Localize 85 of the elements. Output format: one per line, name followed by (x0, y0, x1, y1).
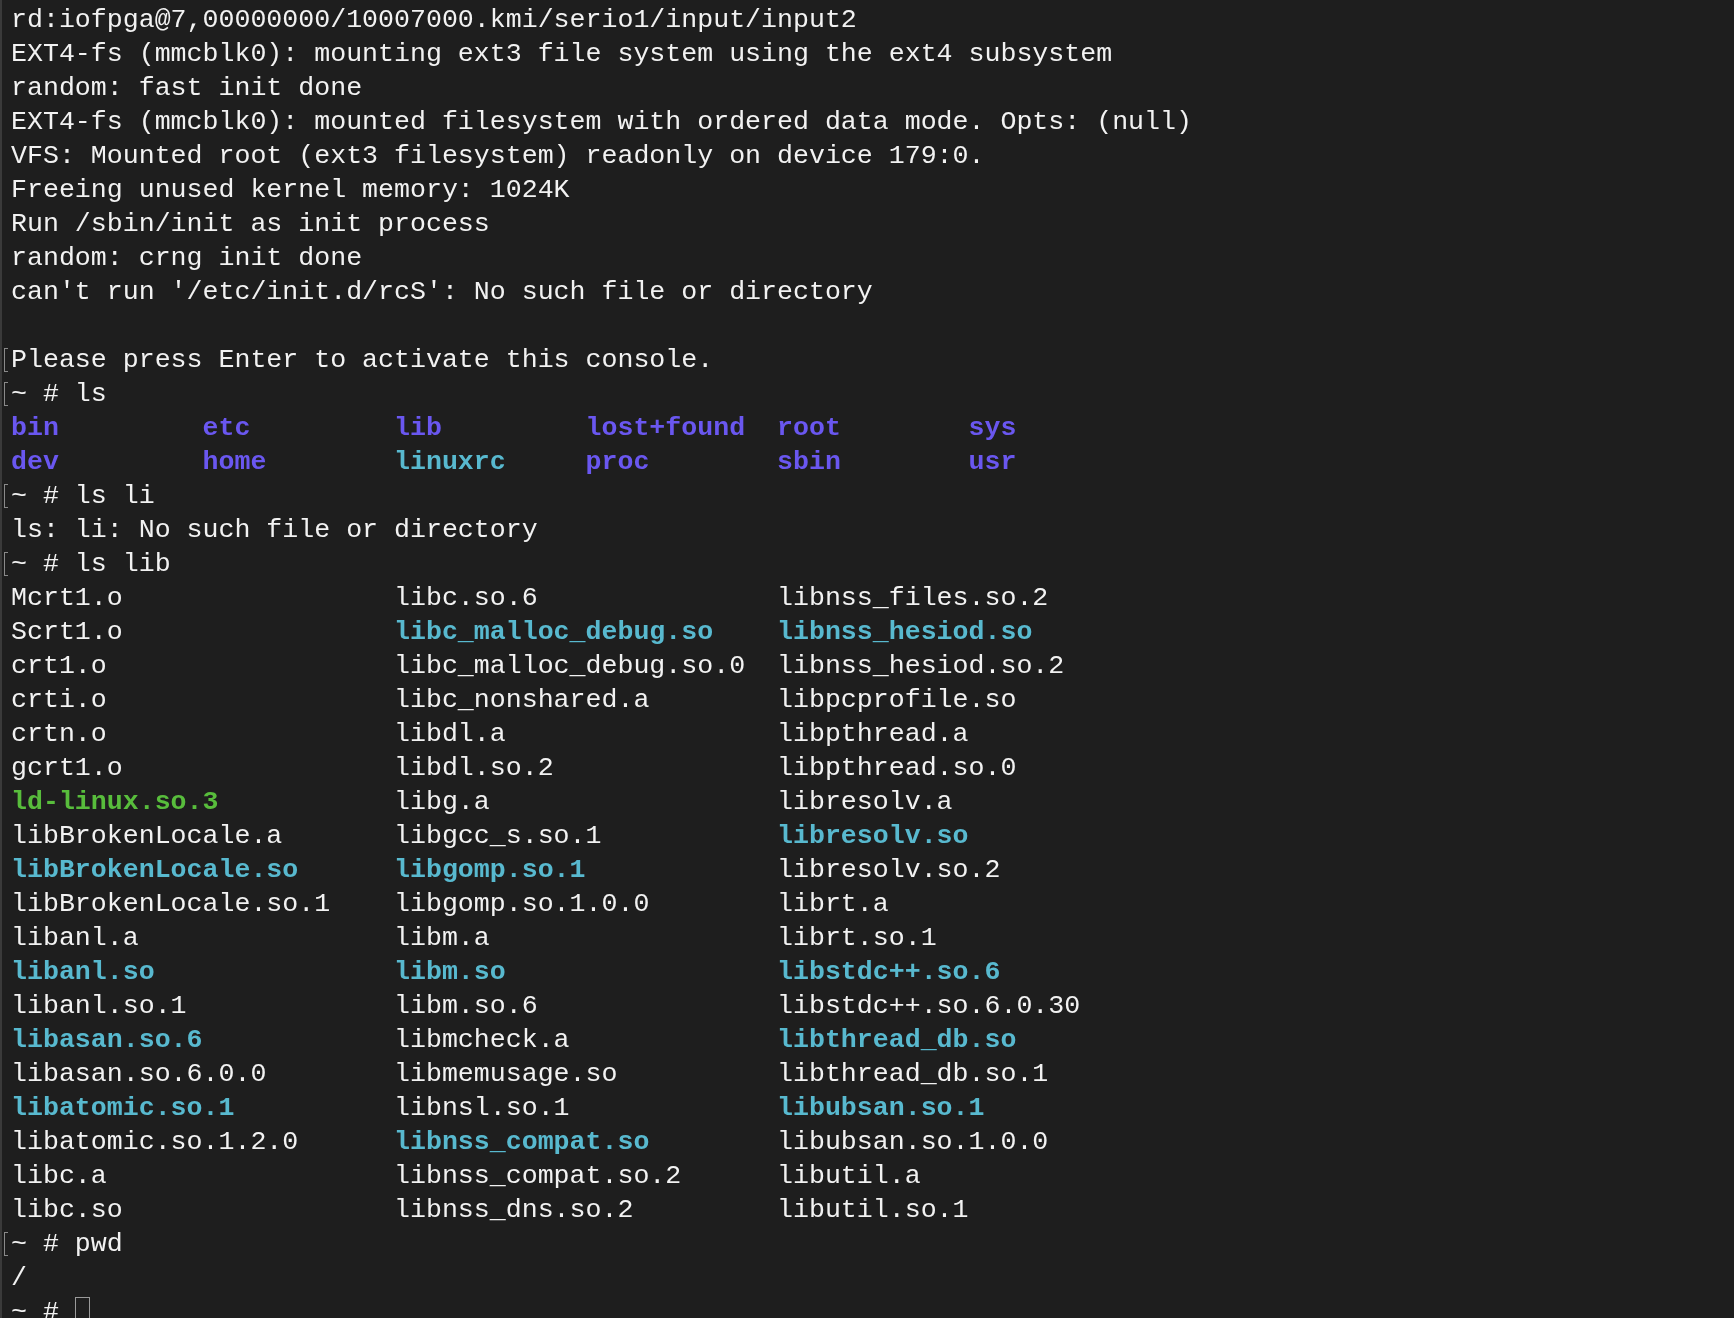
file-name: sys (968, 412, 1017, 445)
command-prompt: ~ # ls (11, 378, 107, 411)
file-name: linuxrc (394, 446, 506, 479)
file-name: libc_malloc_debug.so (394, 616, 714, 649)
file-name: libasan.so.6 (11, 1024, 203, 1057)
file-name: root (777, 412, 841, 445)
file-name: librt.a (777, 888, 889, 921)
file-name: etc (202, 412, 251, 445)
file-name: ld-linux.so.3 (11, 786, 219, 819)
file-name: libnss_files.so.2 (777, 582, 1049, 615)
output-line: Please press Enter to activate this console. (11, 344, 714, 377)
file-name: libc_nonshared.a (394, 684, 650, 717)
file-name: librt.so.1 (777, 922, 937, 955)
file-name: gcrt1.o (11, 752, 123, 785)
file-name: libubsan.so.1 (777, 1092, 985, 1125)
output-line: random: crng init done (11, 242, 363, 275)
file-name: crti.o (11, 684, 107, 717)
file-name: libm.a (394, 922, 490, 955)
file-name: libubsan.so.1.0.0 (777, 1126, 1049, 1159)
file-name: libnsl.so.1 (394, 1092, 570, 1125)
output-line: random: fast init done (11, 72, 363, 105)
file-name: libc_malloc_debug.so.0 (394, 650, 746, 683)
file-name: libthread_db.so.1 (777, 1058, 1049, 1091)
file-name: libnss_dns.so.2 (394, 1194, 634, 1227)
output-line: Run /sbin/init as init process (11, 208, 490, 241)
file-name: dev (11, 446, 59, 479)
file-name: libc.a (11, 1160, 107, 1193)
file-name: libmemusage.so (394, 1058, 618, 1091)
file-name: libnss_hesiod.so.2 (777, 650, 1065, 683)
output-line: rd:iofpga@7,00000000/10007000.kmi/serio1/input/input2 (11, 4, 857, 37)
file-name: libpthread.a (777, 718, 969, 751)
output-line: EXT4-fs (mmcblk0): mounted filesystem with ordered data mode. Opts: (null) (11, 106, 1192, 139)
file-name: Scrt1.o (11, 616, 123, 649)
file-name: libBrokenLocale.so.1 (11, 888, 331, 921)
file-name: sbin (777, 446, 841, 479)
file-name: Mcrt1.o (11, 582, 123, 615)
file-name: libmcheck.a (394, 1024, 570, 1057)
output-line: ls: li: No such file or directory (11, 514, 538, 547)
file-name: usr (968, 446, 1017, 479)
file-name: libanl.so (11, 956, 155, 989)
output-line: EXT4-fs (mmcblk0): mounting ext3 file system using the ext4 subsystem (11, 38, 1113, 71)
file-name: libm.so.6 (394, 990, 538, 1023)
file-name: libutil.a (777, 1160, 921, 1193)
file-name: lib (394, 412, 442, 445)
file-name: libgcc_s.so.1 (394, 820, 602, 853)
file-name: libresolv.so.2 (777, 854, 1001, 887)
file-name: libresolv.a (777, 786, 953, 819)
file-name: libnss_hesiod.so (777, 616, 1033, 649)
file-name: libc.so.6 (394, 582, 538, 615)
file-name: libgomp.so.1 (394, 854, 586, 887)
file-name: libg.a (394, 786, 490, 819)
file-name: libnss_compat.so.2 (394, 1160, 682, 1193)
file-name: libanl.a (11, 922, 139, 955)
file-name: libBrokenLocale.a (11, 820, 283, 853)
file-name: libdl.so.2 (394, 752, 554, 785)
file-name: libc.so (11, 1194, 123, 1227)
file-name: libatomic.so.1 (11, 1092, 235, 1125)
file-name: libstdc++.so.6 (777, 956, 1001, 989)
command-prompt: ~ # ls lib (11, 548, 171, 581)
file-name: libutil.so.1 (777, 1194, 969, 1227)
file-name: libstdc++.so.6.0.30 (777, 990, 1081, 1023)
file-name: proc (585, 446, 650, 479)
file-name: libgomp.so.1.0.0 (394, 888, 650, 921)
file-name: libpcprofile.so (777, 684, 1017, 717)
file-name: libm.so (394, 956, 506, 989)
file-name: libatomic.so.1.2.0 (11, 1126, 299, 1159)
command-prompt: ~ # pwd (11, 1228, 123, 1261)
file-name: home (202, 446, 267, 479)
command-prompt: ~ # ls li (11, 480, 155, 513)
file-name: libdl.a (394, 718, 506, 751)
file-name: libnss_compat.so (394, 1126, 650, 1159)
file-name: libasan.so.6.0.0 (11, 1058, 267, 1091)
output-line: / (11, 1262, 27, 1295)
file-name: crtn.o (11, 718, 107, 751)
file-name: bin (11, 412, 59, 445)
file-name: crt1.o (11, 650, 107, 683)
output-line: Freeing unused kernel memory: 1024K (11, 174, 570, 207)
file-name: libanl.so.1 (11, 990, 187, 1023)
file-name: libthread_db.so (777, 1024, 1017, 1057)
file-name: lost+found (585, 412, 746, 445)
file-name: libresolv.so (777, 820, 969, 853)
file-name: libpthread.so.0 (777, 752, 1017, 785)
output-line: can't run '/etc/init.d/rcS': No such file or directory (11, 276, 873, 309)
output-line: VFS: Mounted root (ext3 filesystem) readonly on device 179:0. (11, 140, 985, 173)
file-name: libBrokenLocale.so (11, 854, 299, 887)
